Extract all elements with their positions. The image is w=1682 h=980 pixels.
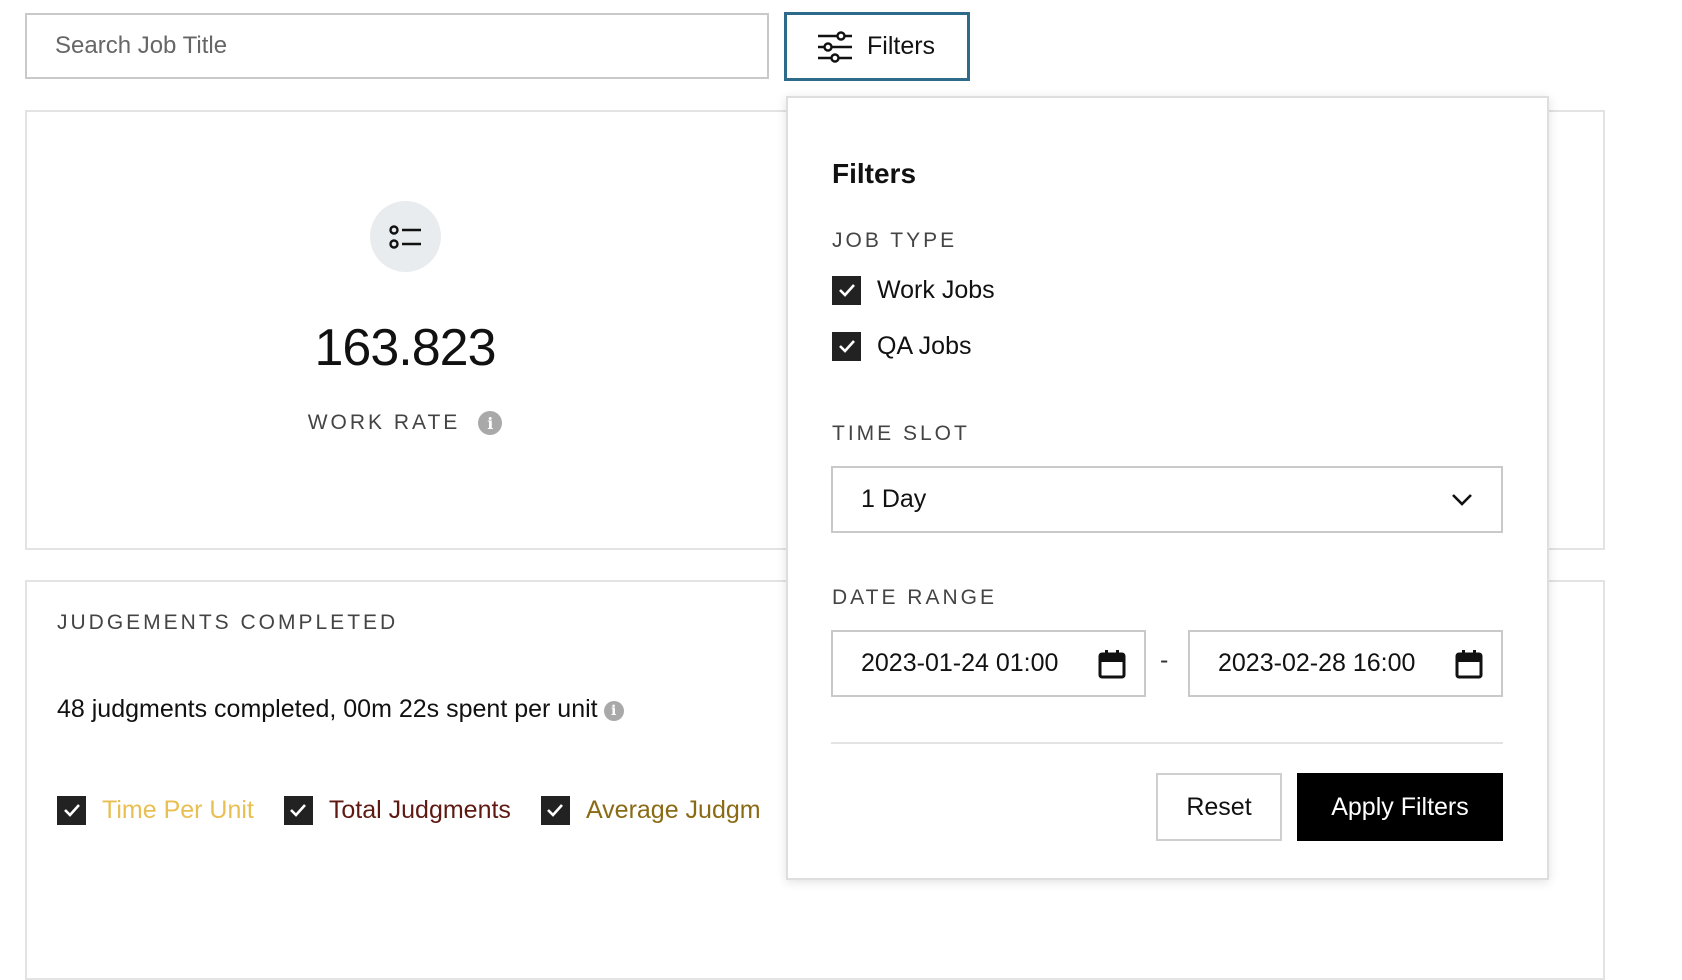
legend-item-average-judgments[interactable]: Average Judgm	[540, 795, 761, 825]
apply-filters-button[interactable]: Apply Filters	[1297, 773, 1503, 841]
legend-item-time-per-unit[interactable]: Time Per Unit	[57, 795, 254, 825]
checkbox-checked-icon[interactable]	[832, 275, 861, 305]
checkbox-checked-icon[interactable]	[57, 795, 86, 825]
checkbox-checked-icon[interactable]	[540, 795, 570, 825]
time-slot-select[interactable]: 1 Day	[831, 466, 1503, 533]
filters-panel-title: Filters	[832, 158, 917, 189]
chart-legend: Time Per Unit Total Judgments Average Ju…	[57, 792, 787, 828]
filters-button[interactable]: Filters	[784, 12, 970, 81]
search-input[interactable]	[25, 13, 769, 79]
legend-item-total-judgments[interactable]: Total Judgments	[283, 795, 511, 825]
filters-button-label: Filters	[867, 32, 936, 60]
calendar-icon[interactable]	[1098, 649, 1126, 679]
qa-jobs-option[interactable]: QA Jobs	[832, 330, 972, 362]
work-rate-label: WORK RATE	[307, 411, 461, 434]
work-jobs-option[interactable]: Work Jobs	[832, 274, 995, 306]
time-slot-value: 1 Day	[861, 485, 927, 513]
legend-label: Time Per Unit	[102, 795, 254, 824]
info-icon[interactable]: i	[603, 701, 624, 721]
judgements-summary: 48 judgments completed, 00m 22s spent pe…	[57, 694, 598, 723]
judgements-summary-row: 48 judgments completed, 00m 22s spent pe…	[57, 691, 624, 727]
date-end-input[interactable]: 2023-02-28 16:00	[1188, 630, 1503, 697]
job-type-label: JOB TYPE	[832, 229, 958, 252]
date-start-input[interactable]: 2023-01-24 01:00	[831, 630, 1146, 697]
work-rate-value: 163.823	[314, 319, 497, 377]
judgements-title: JUDGEMENTS COMPLETED	[57, 611, 399, 634]
date-start-value: 2023-01-24 01:00	[861, 649, 1059, 677]
date-end-value: 2023-02-28 16:00	[1218, 649, 1416, 677]
work-jobs-label: Work Jobs	[877, 275, 995, 304]
date-range-label: DATE RANGE	[832, 586, 997, 609]
checkbox-checked-icon[interactable]	[832, 331, 861, 361]
date-range-separator: -	[1160, 646, 1169, 674]
info-icon[interactable]: i	[478, 411, 503, 435]
sliders-icon	[818, 30, 852, 63]
qa-jobs-label: QA Jobs	[877, 331, 972, 360]
chevron-down-icon	[1452, 493, 1472, 506]
list-icon	[370, 201, 441, 272]
checkbox-checked-icon[interactable]	[283, 795, 313, 825]
divider	[831, 742, 1503, 744]
legend-label: Average Judgm	[585, 795, 761, 824]
time-slot-label: TIME SLOT	[832, 422, 970, 445]
work-rate-label-row: WORK RATE i	[260, 408, 550, 438]
legend-label: Total Judgments	[328, 795, 511, 824]
reset-button[interactable]: Reset	[1156, 773, 1282, 841]
calendar-icon[interactable]	[1455, 649, 1483, 679]
